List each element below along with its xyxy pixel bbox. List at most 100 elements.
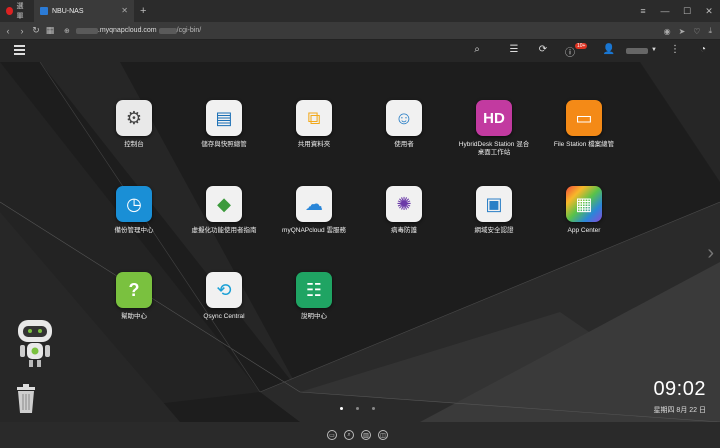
app-label: 儲存與快照總管: [201, 141, 247, 148]
desktop-date: 星期四 8月 22 日: [653, 407, 706, 414]
app-app-center[interactable]: ▦ App Center: [539, 186, 629, 235]
qboost-robot-icon[interactable]: [14, 318, 56, 370]
snapshot-dock-icon[interactable]: ◫: [378, 430, 388, 440]
help-icon: ?: [116, 272, 152, 308]
app-label: 共用資料夾: [297, 141, 331, 148]
app-hybriddesk-station[interactable]: HD HybridDesk Station 混合 桌面工作站: [449, 100, 539, 157]
redacted-port: [158, 27, 177, 34]
show-desktop-icon[interactable]: ▭: [327, 430, 337, 440]
search-icon[interactable]: ⌕: [470, 44, 484, 55]
heart-icon[interactable]: ♡: [693, 27, 700, 36]
main-menu-icon[interactable]: [14, 45, 25, 56]
gear-icon: ⚙: [116, 100, 152, 136]
qts-desktop: ⚙ 控制台 ▤ 儲存與快照總管 ⧉ 共用資料夾 ☺ 使用者 HD HybridD…: [0, 62, 720, 422]
redacted-username[interactable]: [626, 48, 648, 54]
qts-toolbar: ⌕ ☰ ⟳ ⓘ 10+ 👤 ▼ ⋮ ◔: [0, 40, 720, 62]
desktop-pager: [340, 407, 375, 410]
app-users[interactable]: ☺ 使用者: [359, 100, 449, 149]
app-label: 幫助中心: [121, 313, 147, 320]
app-backup-center[interactable]: ◷ 備份管理中心: [89, 186, 179, 235]
app-label: HybridDesk Station 混合 桌面工作站: [458, 141, 530, 156]
trash-icon[interactable]: [15, 384, 37, 414]
window-controls: ≡ — ☐ ✕: [632, 0, 720, 22]
tab-menu[interactable]: 選單: [0, 0, 34, 22]
app-label: Qsync Central: [203, 313, 245, 320]
backup-icon: ◷: [116, 186, 152, 222]
user-dropdown-icon[interactable]: ▼: [647, 47, 661, 53]
search-apps-icon[interactable]: ⌕: [344, 430, 354, 440]
new-tab-button[interactable]: +: [140, 5, 146, 17]
url-field[interactable]: ⊕ .myqnapcloud.com /cgi-bin/: [64, 27, 201, 35]
antivirus-icon: ✺: [386, 186, 422, 222]
app-qsync-central[interactable]: ⟲ Qsync Central: [179, 272, 269, 321]
page-dot[interactable]: [372, 407, 375, 410]
hd-icon: HD: [476, 100, 512, 136]
external-device-icon[interactable]: ⟳: [536, 44, 550, 55]
close-window-button[interactable]: ✕: [698, 6, 720, 17]
maximize-button[interactable]: ☐: [676, 6, 698, 17]
app-label: 虛擬化功能使用者指南: [191, 227, 257, 234]
send-icon[interactable]: ➤: [679, 27, 686, 36]
virtualization-icon: ◆: [206, 186, 242, 222]
app-label: App Center: [567, 227, 601, 234]
folder-icon: ▭: [566, 100, 602, 136]
tab-nbu-nas-label: NBU-NAS: [52, 7, 84, 15]
cloud-icon: ☁: [296, 186, 332, 222]
tab-nbu-nas[interactable]: NBU-NAS ✕: [34, 0, 134, 22]
app-myqnapcloud[interactable]: ☁ myQNAPcloud 雲服務: [269, 186, 359, 235]
app-label: 使用者: [394, 141, 414, 148]
desktop-clock: 09:02: [653, 378, 706, 400]
page-dot[interactable]: [340, 407, 343, 410]
close-tab-icon[interactable]: ✕: [121, 6, 128, 15]
app-control-panel[interactable]: ⚙ 控制台: [89, 100, 179, 149]
app-label: myQNAPcloud 雲服務: [282, 227, 346, 234]
site-info-icon[interactable]: ⊕: [64, 27, 70, 35]
next-page-arrow-icon[interactable]: ›: [707, 242, 714, 265]
app-file-station[interactable]: ▭ File Station 檔案總管: [539, 100, 629, 149]
download-icon[interactable]: ⤓: [708, 26, 712, 36]
app-storage-snapshots[interactable]: ▤ 儲存與快照總管: [179, 100, 269, 149]
speed-dial-icon[interactable]: ▦: [44, 25, 56, 36]
address-bar: ‹ › ↻ ▦ ⊕ .myqnapcloud.com /cgi-bin/ ◉ ➤…: [0, 22, 720, 40]
browser-tab-strip: 選單 NBU-NAS ✕ + ≡ — ☐ ✕: [0, 0, 720, 22]
app-label: 網域安全認證: [474, 227, 514, 234]
app-label: 備份管理中心: [114, 227, 154, 234]
tab-menu-label: 選單: [16, 3, 24, 20]
back-button[interactable]: ‹: [2, 26, 14, 36]
app-antivirus[interactable]: ✺ 病毒防護: [359, 186, 449, 235]
notification-badge: 10+: [575, 43, 588, 49]
app-label: 病毒防護: [391, 227, 417, 234]
app-manual-center[interactable]: ☷ 說明中心: [269, 272, 359, 321]
manual-icon: ☷: [296, 272, 332, 308]
user-account-icon[interactable]: 👤: [602, 44, 616, 55]
qnap-favicon-icon: [40, 7, 48, 15]
shared-folder-icon: ⧉: [296, 100, 332, 136]
page-dot[interactable]: [356, 407, 359, 410]
more-options-icon[interactable]: ⋮: [668, 44, 682, 55]
app-label: File Station 檔案總管: [553, 141, 615, 148]
app-label: 說明中心: [301, 313, 327, 320]
domain-security-icon: ▣: [476, 186, 512, 222]
app-virtualization-guide[interactable]: ◆ 虛擬化功能使用者指南: [179, 186, 269, 235]
app-help-center[interactable]: ? 幫助中心: [89, 272, 179, 321]
background-tasks-icon[interactable]: ☰: [507, 44, 521, 55]
address-bar-icons: ◉ ➤ ♡ ⤓: [664, 22, 712, 40]
forward-button[interactable]: ›: [16, 26, 28, 36]
app-shared-folders[interactable]: ⧉ 共用資料夾: [269, 100, 359, 149]
url-path: /cgi-bin/: [176, 27, 202, 34]
dashboard-icon[interactable]: ◔: [696, 44, 710, 55]
dashboard-dock-icon[interactable]: ▥: [361, 430, 371, 440]
app-domain-security[interactable]: ▣ 網域安全認證: [449, 186, 539, 235]
opera-icon: [6, 7, 13, 15]
storage-icon: ▤: [206, 100, 242, 136]
user-icon: ☺: [386, 100, 422, 136]
sync-icon: ⟲: [206, 272, 242, 308]
camera-icon[interactable]: ◉: [664, 27, 671, 36]
url-host: .myqnapcloud.com: [97, 27, 157, 34]
tab-list-icon[interactable]: ≡: [632, 6, 654, 16]
redacted-subdomain: [75, 27, 98, 34]
app-label: 控制台: [124, 141, 144, 148]
app-center-icon: ▦: [566, 186, 602, 222]
minimize-button[interactable]: —: [654, 6, 676, 16]
reload-button[interactable]: ↻: [30, 25, 42, 36]
